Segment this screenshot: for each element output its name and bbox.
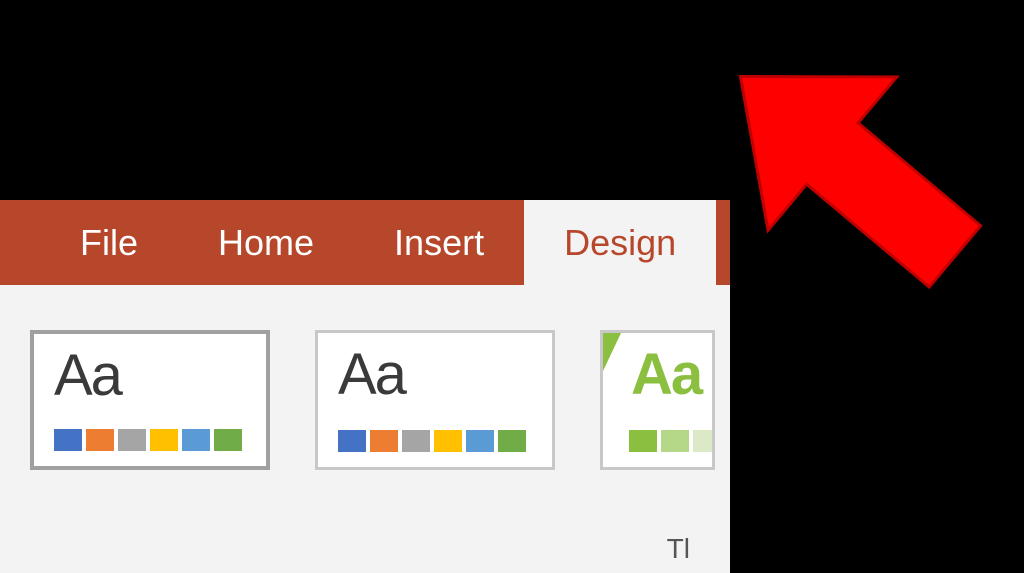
swatch	[661, 430, 689, 452]
tab-insert[interactable]: Insert	[354, 200, 524, 285]
ribbon-group-label: Tl	[667, 533, 690, 565]
tab-file[interactable]: File	[40, 200, 178, 285]
swatch	[498, 430, 526, 452]
swatch	[118, 429, 146, 451]
swatch	[86, 429, 114, 451]
tab-design[interactable]: Design	[524, 200, 716, 285]
swatch	[214, 429, 242, 451]
ribbon-area: File Home Insert Design Aa Aa	[0, 200, 730, 573]
theme-corner-accent	[603, 333, 621, 371]
swatch	[338, 430, 366, 452]
ribbon-tabs-bar: File Home Insert Design	[0, 200, 730, 285]
swatch	[54, 429, 82, 451]
theme-thumbnail-1[interactable]: Aa	[30, 330, 270, 470]
swatch	[629, 430, 657, 452]
swatch	[693, 430, 715, 452]
theme-color-swatches	[629, 430, 715, 452]
swatch	[466, 430, 494, 452]
theme-color-swatches	[338, 430, 526, 452]
theme-color-swatches	[54, 429, 242, 451]
tab-home[interactable]: Home	[178, 200, 354, 285]
swatch	[182, 429, 210, 451]
theme-thumbnail-3[interactable]: Aa	[600, 330, 715, 470]
swatch	[370, 430, 398, 452]
swatch	[150, 429, 178, 451]
swatch	[434, 430, 462, 452]
theme-preview-text: Aa	[338, 341, 405, 408]
ribbon-content: Aa Aa Aa	[0, 285, 730, 573]
swatch	[402, 430, 430, 452]
theme-thumbnail-2[interactable]: Aa	[315, 330, 555, 470]
theme-preview-text: Aa	[631, 341, 701, 408]
theme-preview-text: Aa	[54, 342, 121, 409]
